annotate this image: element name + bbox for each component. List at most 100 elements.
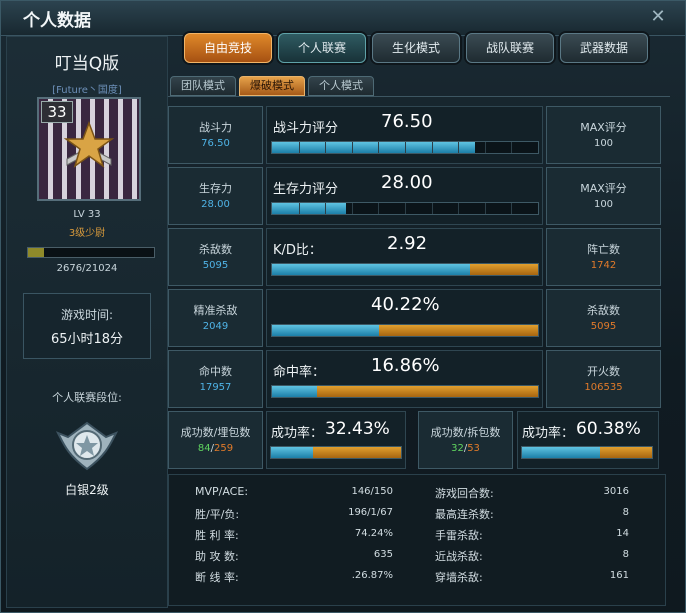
stat-mid-cell: K/D比： 2.92 <box>266 228 543 286</box>
plant-count-value: 84/259 <box>197 443 234 454</box>
bar-segment <box>325 203 327 214</box>
player-name: 叮当Q版 <box>54 54 120 74</box>
stat-right-value: 1742 <box>590 260 617 271</box>
summary-value: 635 <box>373 549 393 560</box>
bar-fill-blue <box>272 264 471 275</box>
stat-right-value: 100 <box>593 199 614 210</box>
rank-avatar: 33 <box>37 97 141 201</box>
bar-segment <box>298 142 300 153</box>
stat-left-name: 杀敌数 <box>199 243 232 256</box>
summary-value: 196/1/67 <box>348 507 393 518</box>
window-title: 个人数据 <box>23 11 91 31</box>
subtab-solo-mode[interactable]: 个人模式 <box>308 76 374 96</box>
plant-rate-label: 成功率： <box>271 426 324 441</box>
defuse-count-cell: 成功数/拆包数 32/53 <box>418 411 513 469</box>
league-rank: 白银2级 <box>65 483 109 497</box>
close-icon[interactable]: ✕ <box>649 8 667 26</box>
summary-panel: MVP/ACE: 146/150 胜/平/负: 196/1/67 胜 利 率: … <box>168 474 666 606</box>
stat-left-cell: 精准杀敌 2049 <box>168 289 263 347</box>
play-time-box: 游戏时间: 65小时18分 <box>23 293 151 359</box>
stat-right-cell: MAX评分 100 <box>546 106 661 164</box>
plant-count-name: 成功数/埋包数 <box>180 426 251 439</box>
summary-label: 断 线 率: <box>195 571 239 584</box>
stat-left-cell: 杀敌数 5095 <box>168 228 263 286</box>
bar-segment <box>405 203 406 214</box>
tab-weapon-data[interactable]: 武器数据 <box>560 33 648 63</box>
bar-segment <box>325 142 327 153</box>
tab-personal-league[interactable]: 个人联赛 <box>278 33 366 63</box>
stat-mid-label: K/D比： <box>273 243 322 258</box>
stat-mid-cell: 战斗力评分 76.50 <box>266 106 543 164</box>
summary-label: 胜 利 率: <box>195 529 239 542</box>
defuse-rate-cell: 成功率： 60.38% <box>517 411 659 469</box>
summary-label: MVP/ACE: <box>195 485 249 498</box>
tab-free-battle[interactable]: 自由竞技 <box>184 33 272 63</box>
plant-rate-bar <box>270 446 402 459</box>
subtab-team-mode[interactable]: 团队模式 <box>170 76 236 96</box>
bar-segment <box>511 142 513 153</box>
summary-value: .26.87% <box>351 570 393 581</box>
summary-label: 穿墙杀敌: <box>435 571 483 584</box>
bar-fill-blue <box>272 386 317 397</box>
stat-bar <box>271 141 539 154</box>
subtab-divider <box>168 96 670 97</box>
player-level: LV 33 <box>73 209 101 220</box>
bar-segment <box>351 203 353 214</box>
bar-segment <box>378 142 380 153</box>
stat-right-cell: MAX评分 100 <box>546 167 661 225</box>
bar-segment <box>431 203 433 214</box>
stat-left-cell: 生存力 28.00 <box>168 167 263 225</box>
stat-left-cell: 命中数 17957 <box>168 350 263 408</box>
summary-label: 近战杀敌: <box>435 550 483 563</box>
defuse-total: 53 <box>467 443 480 454</box>
bar-segment <box>484 203 486 214</box>
plant-total: 259 <box>214 443 234 454</box>
plant-count-cell: 成功数/埋包数 84/259 <box>168 411 263 469</box>
tab-zombie-mode[interactable]: 生化模式 <box>372 33 460 63</box>
bar-segment <box>351 142 353 153</box>
bar-fill-blue <box>271 447 314 458</box>
bar-segment <box>511 203 513 214</box>
subtab-bomb-mode[interactable]: 爆破模式 <box>239 76 305 96</box>
bar-segment <box>458 142 460 153</box>
stat-left-name: 生存力 <box>199 182 232 195</box>
bar-fill-blue <box>522 447 601 458</box>
stat-right-value: 106535 <box>584 382 623 393</box>
bar-fill-orange <box>470 264 538 275</box>
stat-left-name: 精准杀敌 <box>193 304 238 317</box>
defuse-success: 32 <box>451 443 464 454</box>
summary-value: 8 <box>622 507 629 518</box>
summary-value: 161 <box>609 570 629 581</box>
stat-right-cell: 开火数 106535 <box>546 350 661 408</box>
defuse-count-name: 成功数/拆包数 <box>430 426 501 439</box>
stat-mid-value: 40.22% <box>371 294 440 315</box>
summary-value: 14 <box>616 528 629 539</box>
silver-rank-emblem-icon <box>55 421 119 471</box>
bar-fill-blue <box>272 325 379 336</box>
stat-bar <box>271 202 539 215</box>
stat-right-name: 杀敌数 <box>587 304 620 317</box>
stat-right-value: 100 <box>593 138 614 149</box>
exp-bar <box>27 247 155 258</box>
stat-mid-label: 生存力评分 <box>273 182 339 197</box>
stat-right-name: MAX评分 <box>580 182 627 195</box>
stat-right-name: MAX评分 <box>580 121 627 134</box>
summary-label: 手雷杀敌: <box>435 529 483 542</box>
league-label: 个人联赛段位: <box>52 391 122 404</box>
stat-right-cell: 阵亡数 1742 <box>546 228 661 286</box>
stat-bar <box>271 385 539 398</box>
exp-fill <box>28 248 44 257</box>
bar-fill-blue <box>272 203 347 214</box>
bar-fill-orange <box>313 447 401 458</box>
stat-right-cell: 杀敌数 5095 <box>546 289 661 347</box>
defuse-rate-bar <box>521 446 653 459</box>
summary-value: 8 <box>622 549 629 560</box>
stat-left-name: 命中数 <box>199 365 232 378</box>
stat-left-cell: 战斗力 76.50 <box>168 106 263 164</box>
summary-label: 游戏回合数: <box>435 487 494 500</box>
title-bar[interactable]: 个人数据 ✕ <box>1 1 685 36</box>
bar-segment <box>431 142 433 153</box>
tab-clan-league[interactable]: 战队联赛 <box>466 33 554 63</box>
play-time-value: 65小时18分 <box>50 332 124 347</box>
stat-left-value: 76.50 <box>201 138 230 149</box>
